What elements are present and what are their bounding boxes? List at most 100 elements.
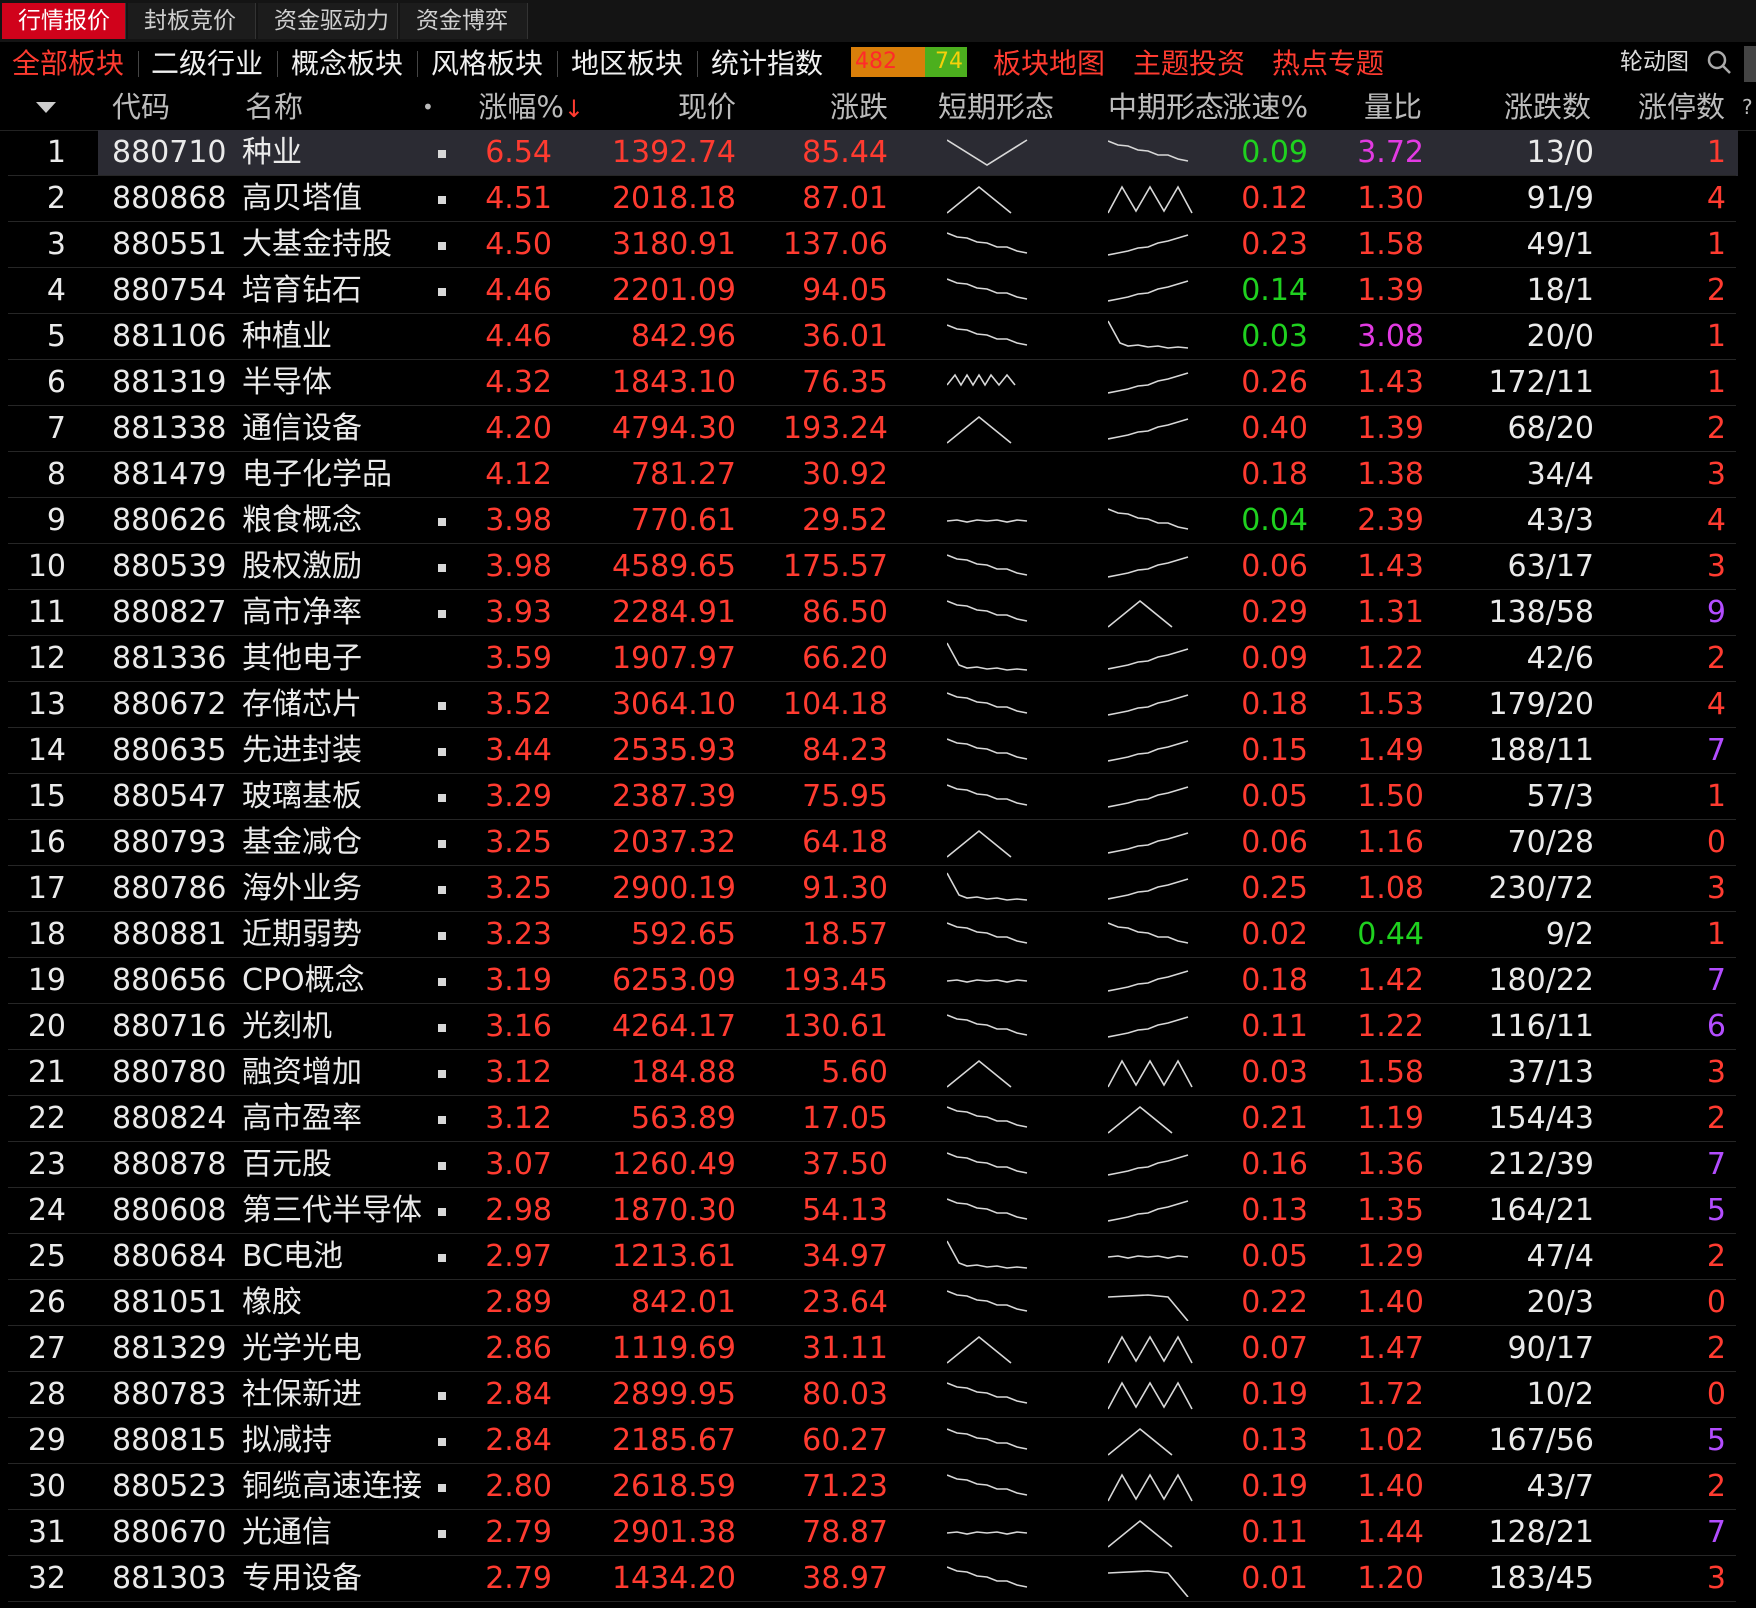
table-row[interactable]: 19 880656 CPO概念 3.19 6253.09 193.45 0.18 1.42 18…	[0, 958, 1740, 1004]
link-hot-topics[interactable]: 热点专题	[1272, 44, 1384, 84]
table-row[interactable]: 24 880608 第三代半导体 2.98 1870.30 54.13 0.13 1.35 16…	[0, 1188, 1740, 1234]
category-concept[interactable]: 概念板块	[291, 44, 403, 84]
table-row[interactable]: 20 880716 光刻机 3.16 4264.17 130.61 0.11 1.22 116/…	[0, 1004, 1740, 1050]
table-row[interactable]: 6 881319 半导体 4.32 1843.10 76.35 0.26 1.43 172/11…	[0, 360, 1740, 406]
rotation-chart-button[interactable]: 轮动图	[1620, 44, 1689, 80]
short-pattern-sparkline	[947, 1474, 1028, 1496]
header-name[interactable]: 名称	[245, 84, 303, 130]
table-row[interactable]: 23 880878 百元股 3.07 1260.49 37.50 0.16 1.36 212/3…	[0, 1142, 1740, 1188]
mid-pattern-sparkline	[1108, 1519, 1173, 1548]
link-sector-map[interactable]: 板块地图	[993, 44, 1105, 84]
change-pct: 3.12	[485, 1101, 552, 1136]
search-icon[interactable]	[1706, 49, 1732, 75]
sector-code: 880815	[112, 1423, 227, 1458]
category-sub-industry[interactable]: 二级行业	[151, 44, 263, 84]
up-down-count: 37/13	[1507, 1055, 1594, 1090]
table-row[interactable]: 2 880868 高贝塔值 4.51 2018.18 87.01 0.12 1.30 91/9 4	[0, 176, 1740, 222]
tab-quotes[interactable]: 行情报价	[2, 3, 126, 39]
mid-pattern-sparkline	[1108, 508, 1189, 530]
price: 4794.30	[611, 411, 736, 446]
mid-pattern-sparkline	[1108, 1059, 1193, 1088]
header-short-pattern[interactable]: 短期形态	[926, 84, 1066, 130]
up-down-count: 20/3	[1526, 1285, 1594, 1320]
limit-up-count: 3	[1706, 1055, 1726, 1090]
table-row[interactable]: 9 880626 粮食概念 3.98 770.61 29.52 0.04 2.39 43/3 4	[0, 498, 1740, 544]
header-up-down-count[interactable]: 涨跌数	[1504, 84, 1591, 130]
row-index: 12	[27, 641, 66, 676]
table-row[interactable]: 29 880815 拟减持 2.84 2185.67 60.27 0.13 1.02 167/5…	[0, 1418, 1740, 1464]
category-all-sectors[interactable]: 全部板块	[12, 44, 124, 84]
table-row[interactable]: 22 880824 高市盈率 3.12 563.89 17.05 0.21 1.19 154/4…	[0, 1096, 1740, 1142]
row-index: 31	[27, 1515, 66, 1550]
header-mid-pattern[interactable]: 中期形态	[1108, 84, 1224, 130]
volume-ratio: 1.39	[1357, 273, 1424, 308]
table-row[interactable]: 15 880547 玻璃基板 3.29 2387.39 75.95 0.05 1.50 57/3…	[0, 774, 1740, 820]
category-region[interactable]: 地区板块	[571, 44, 683, 84]
header-speed[interactable]: 涨速%	[1210, 84, 1308, 130]
volume-ratio: 1.72	[1357, 1377, 1424, 1412]
mid-pattern-sparkline	[1108, 1255, 1189, 1259]
table-row[interactable]: 18 880881 近期弱势 3.23 592.65 18.57 0.02 0.44 9/2 1	[0, 912, 1740, 958]
watch-mark-icon	[438, 1162, 446, 1170]
table-row[interactable]: 25 880684 BC电池 2.97 1213.61 34.97 0.05 1.29 47/4…	[0, 1234, 1740, 1280]
table-row[interactable]: 3 880551 大基金持股 4.50 3180.91 137.06 0.23 1.58 49/…	[0, 222, 1740, 268]
price: 1434.20	[611, 1561, 736, 1596]
change-pct: 3.44	[485, 733, 552, 768]
watch-mark-icon	[438, 564, 446, 572]
category-style[interactable]: 风格板块	[431, 44, 543, 84]
speed-pct: 0.19	[1241, 1377, 1308, 1412]
table-row[interactable]: 21 880780 融资增加 3.12 184.88 5.60 0.03 1.58 37/13 3	[0, 1050, 1740, 1096]
sector-code: 880824	[112, 1101, 227, 1136]
table-row[interactable]: 30 880523 铜缆高速连接 2.80 2618.59 71.23 0.19 1.40 43…	[0, 1464, 1740, 1510]
sector-code: 880754	[112, 273, 227, 308]
limit-up-count: 2	[1706, 411, 1726, 446]
table-row[interactable]: 5 881106 种植业 4.46 842.96 36.01 0.03 3.08 20/0 1	[0, 314, 1740, 360]
tab-capital-drive[interactable]: 资金驱动力	[258, 3, 398, 39]
watch-mark-icon	[438, 1530, 446, 1538]
header-help-icon[interactable]: ?	[1742, 84, 1753, 130]
table-row[interactable]: 11 880827 高市净率 3.93 2284.91 86.50 0.29 1.31 138/…	[0, 590, 1740, 636]
table-row[interactable]: 1 880710 种业 6.54 1392.74 85.44 0.09 3.72 13/0 1	[0, 130, 1740, 176]
watch-mark-icon	[438, 1254, 446, 1262]
table-row[interactable]: 31 880670 光通信 2.79 2901.38 78.87 0.11 1.44 128/2…	[0, 1510, 1740, 1556]
sort-menu-icon[interactable]	[36, 102, 56, 114]
header-limit-up-count[interactable]: 涨停数	[1638, 84, 1725, 130]
table-row[interactable]: 8 881479 电子化学品 4.12 781.27 30.92 0.18 1.38 34/4 3	[0, 452, 1740, 498]
volume-ratio: 1.35	[1357, 1193, 1424, 1228]
table-row[interactable]: 14 880635 先进封装 3.44 2535.93 84.23 0.15 1.49 188/…	[0, 728, 1740, 774]
header-change-pct[interactable]: 涨幅%↓	[460, 84, 584, 130]
header-price[interactable]: 现价	[600, 84, 736, 130]
change: 76.35	[802, 365, 888, 400]
table-row[interactable]: 26 881051 橡胶 2.89 842.01 23.64 0.22 1.40 20/3 0	[0, 1280, 1740, 1326]
table-row[interactable]: 13 880672 存储芯片 3.52 3064.10 104.18 0.18 1.53 179…	[0, 682, 1740, 728]
table-row[interactable]: 28 880783 社保新进 2.84 2899.95 80.03 0.19 1.72 10/2…	[0, 1372, 1740, 1418]
limit-up-count: 7	[1706, 963, 1726, 998]
table-row[interactable]: 16 880793 基金减仓 3.25 2037.32 64.18 0.06 1.16 70/2…	[0, 820, 1740, 866]
up-down-count: 91/9	[1526, 181, 1594, 216]
table-row[interactable]: 4 880754 培育钻石 4.46 2201.09 94.05 0.14 1.39 18/1 2	[0, 268, 1740, 314]
table-row[interactable]: 17 880786 海外业务 3.25 2900.19 91.30 0.25 1.08 230/…	[0, 866, 1740, 912]
tab-seal-bidding[interactable]: 封板竞价	[128, 3, 256, 39]
table-row[interactable]: 27 881329 光学光电 2.86 1119.69 31.11 0.07 1.47 90/1…	[0, 1326, 1740, 1372]
table-row[interactable]: 32 881303 专用设备 2.79 1434.20 38.97 0.01 1.20 183/…	[0, 1556, 1740, 1602]
header-code[interactable]: 代码	[112, 84, 170, 130]
watch-mark-icon	[438, 794, 446, 802]
volume-ratio: 1.50	[1357, 779, 1424, 814]
link-theme-invest[interactable]: 主题投资	[1133, 44, 1245, 84]
header-mark[interactable]: •	[422, 84, 434, 130]
up-down-count: 43/3	[1526, 503, 1594, 538]
category-stat-index[interactable]: 统计指数	[711, 44, 823, 84]
change-pct: 3.52	[485, 687, 552, 722]
limit-up-count: 5	[1706, 1423, 1726, 1458]
table-row[interactable]: 7 881338 通信设备 4.20 4794.30 193.24 0.40 1.39 68/2…	[0, 406, 1740, 452]
change: 31.11	[802, 1331, 888, 1366]
limit-up-count: 7	[1706, 1147, 1726, 1182]
watch-mark-icon	[438, 196, 446, 204]
scroll-handle[interactable]	[1744, 46, 1756, 82]
table-row[interactable]: 12 881336 其他电子 3.59 1907.97 66.20 0.09 1.22 42/6…	[0, 636, 1740, 682]
up-down-count: 230/72	[1488, 871, 1594, 906]
header-volume-ratio[interactable]: 量比	[1364, 84, 1422, 130]
table-row[interactable]: 10 880539 股权激励 3.98 4589.65 175.57 0.06 1.43 63/…	[0, 544, 1740, 590]
header-change[interactable]: 涨跌	[760, 84, 888, 130]
tab-capital-game[interactable]: 资金博弈	[400, 3, 528, 39]
